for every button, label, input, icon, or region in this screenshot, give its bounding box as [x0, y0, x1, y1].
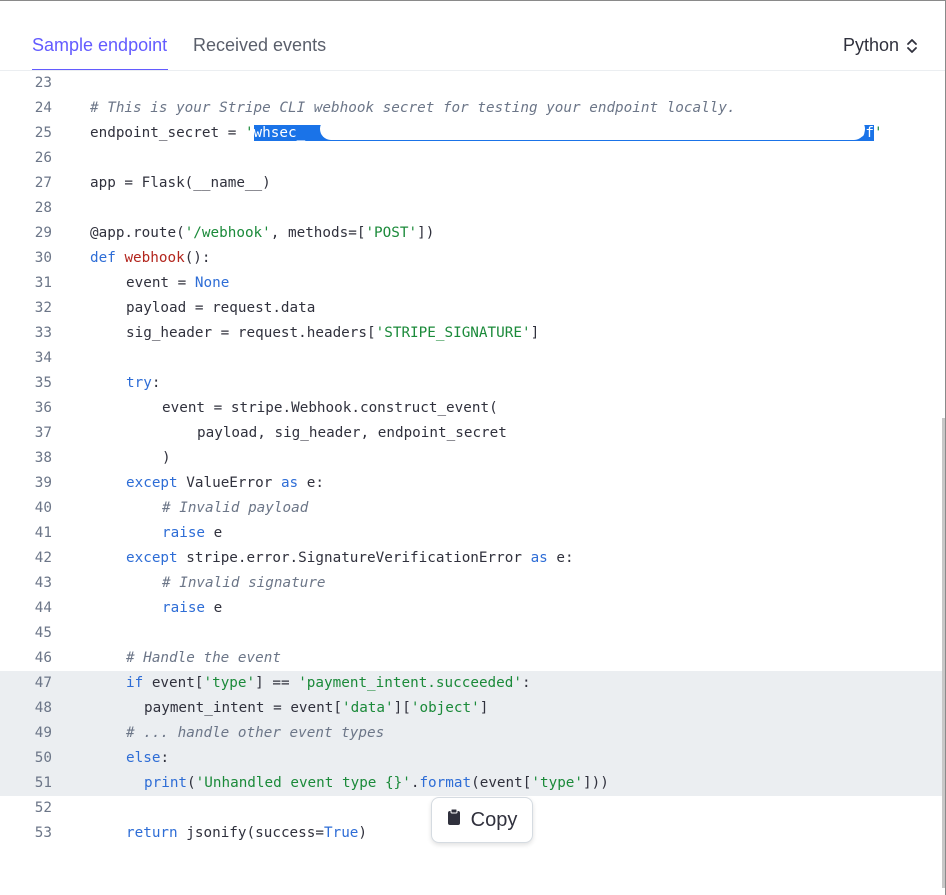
code-text: raise e: [162, 525, 223, 541]
code-text: return jsonify(success=True): [126, 825, 368, 841]
line-number: 31: [34, 275, 52, 291]
line-number: 52: [34, 800, 52, 816]
code-text: raise e: [162, 600, 223, 616]
code-line: 31 event = None: [0, 271, 942, 296]
code-line: 42 except stripe.error.SignatureVerificat…: [0, 546, 942, 571]
line-number: 26: [34, 150, 52, 166]
copy-button-label: Copy: [470, 808, 518, 831]
code-line: 29 @app.route('/webhook', methods=['POST'…: [0, 221, 942, 246]
line-number: 48: [34, 700, 52, 716]
line-number: 53: [34, 825, 52, 841]
line-number: 32: [34, 300, 52, 316]
code-line: 36 event = stripe.Webhook.construct_event…: [0, 396, 942, 421]
code-line: 35 try:: [0, 371, 942, 396]
line-number: 51: [34, 775, 52, 791]
code-line: 39 except ValueError as e:: [0, 471, 942, 496]
code-line: 40 # Invalid payload: [0, 496, 942, 521]
line-number: 34: [34, 350, 52, 366]
code-line: 43 # Invalid signature: [0, 571, 942, 596]
code-line-highlighted: 51 print('Unhandled event type {}'.format…: [0, 771, 942, 796]
code-text: event = None: [126, 275, 230, 291]
line-number: 25: [34, 125, 52, 141]
clipboard-icon: [447, 808, 461, 832]
code-line: 32 payload = request.data: [0, 296, 942, 321]
code-text: app = Flask(__name__): [90, 175, 271, 191]
code-text: def webhook():: [90, 250, 211, 266]
line-number: 36: [34, 400, 52, 416]
code-line: 41 raise e: [0, 521, 942, 546]
code-line: 33 sig_header = request.headers['STRIPE_S…: [0, 321, 942, 346]
line-number: 23: [34, 75, 52, 91]
code-line: 38): [0, 446, 942, 471]
line-number: 33: [34, 325, 52, 341]
language-selected-label: Python: [842, 35, 899, 55]
tab-sample-endpoint[interactable]: Sample endpoint: [32, 35, 167, 56]
code-text: if event['type'] == 'payment_intent.succ…: [126, 675, 531, 691]
code-line-highlighted: 49 # ... handle other event types: [0, 721, 942, 746]
language-selector[interactable]: Python: [843, 35, 919, 56]
code-text: @app.route('/webhook', methods=['POST']): [90, 225, 435, 241]
tab-header: Sample endpoint Received events Python: [0, 1, 945, 71]
line-number: 29: [34, 225, 52, 241]
line-number: 24: [34, 100, 52, 116]
code-line: 46 # Handle the event: [0, 646, 942, 671]
code-line: 34: [0, 346, 942, 371]
code-line: 23: [0, 71, 942, 96]
code-line: 45: [0, 621, 942, 646]
code-text: else:: [126, 750, 170, 766]
tab-received-events[interactable]: Received events: [193, 35, 326, 56]
line-number: 43: [34, 575, 52, 591]
code-line: 30 def webhook():: [0, 246, 942, 271]
code-line: 37 payload, sig_header, endpoint_secret: [0, 421, 942, 446]
chevron-up-down-icon: [905, 37, 919, 55]
line-number: 39: [34, 475, 52, 491]
code-line: 26: [0, 146, 942, 171]
code-text: # Handle the event: [126, 650, 281, 666]
code-text: sig_header = request.headers['STRIPE_SIG…: [126, 325, 540, 341]
code-line-highlighted: 47 if event['type'] == 'payment_intent.su…: [0, 671, 942, 696]
code-text: event = stripe.Webhook.construct_event(: [162, 400, 498, 416]
code-text: except ValueError as e:: [126, 475, 324, 491]
code-text: except stripe.error.SignatureVerificatio…: [126, 550, 574, 566]
line-number: 35: [34, 375, 52, 391]
code-text: # Invalid payload: [162, 500, 309, 516]
line-number: 28: [34, 200, 52, 216]
line-number: 40: [34, 500, 52, 516]
line-number: 44: [34, 600, 52, 616]
code-text: ): [162, 450, 171, 466]
copy-button[interactable]: Copy: [431, 797, 533, 843]
code-line: 28: [0, 196, 942, 221]
code-line: 27 app = Flask(__name__): [0, 171, 942, 196]
line-number: 30: [34, 250, 52, 266]
line-number: 38: [34, 450, 52, 466]
code-text: payload = request.data: [126, 300, 316, 316]
code-text: # ... handle other event types: [126, 725, 385, 741]
line-number: 45: [34, 625, 52, 641]
code-text: payment_intent = event['data']['object']: [144, 700, 489, 716]
line-number: 46: [34, 650, 52, 666]
redaction-mark: [320, 118, 865, 140]
line-number: 47: [34, 675, 52, 691]
line-number: 42: [34, 550, 52, 566]
line-number: 41: [34, 525, 52, 541]
code-text: print('Unhandled event type {}'.format(e…: [144, 775, 609, 791]
code-line-highlighted: 50 else:: [0, 746, 942, 771]
code-line: 44 raise e: [0, 596, 942, 621]
line-number: 49: [34, 725, 52, 741]
line-number: 37: [34, 425, 52, 441]
line-number: 27: [34, 175, 52, 191]
line-number: 50: [34, 750, 52, 766]
code-line-highlighted: 48 payment_intent = event['data']['object…: [0, 696, 942, 721]
code-text: # Invalid signature: [162, 575, 326, 591]
code-text: payload, sig_header, endpoint_secret: [197, 425, 507, 441]
code-viewer[interactable]: 23 24 # This is your Stripe CLI webhook s…: [0, 71, 942, 895]
code-text: try:: [126, 375, 161, 391]
